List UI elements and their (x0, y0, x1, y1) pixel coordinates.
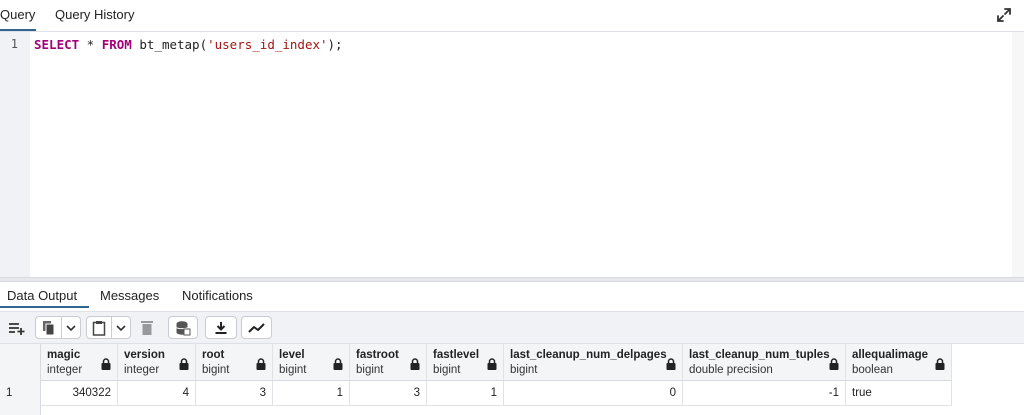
lock-icon (333, 357, 343, 370)
lock-icon (935, 357, 945, 370)
row-number[interactable]: 1 (6, 381, 12, 406)
data-output-toolbar (0, 311, 1024, 344)
column-name: version (124, 349, 165, 361)
paste-icon (92, 320, 106, 336)
lock-icon (666, 357, 676, 370)
add-row-icon (9, 322, 25, 335)
save-data-button[interactable] (168, 316, 198, 339)
column-name: last_cleanup_num_delpages (510, 349, 667, 361)
table-cell[interactable]: 0 (504, 381, 683, 406)
save-data-icon (176, 320, 191, 335)
code-line[interactable]: SELECT * FROM bt_metap('users_id_index')… (34, 37, 343, 52)
column-name: level (279, 349, 305, 361)
lock-icon (410, 357, 420, 370)
tab-query-history[interactable]: Query History (55, 0, 134, 30)
code-function: bt_metap( (131, 37, 208, 52)
keyword-from: FROM (101, 37, 132, 52)
column-type: double precision (689, 364, 773, 376)
download-button[interactable] (205, 316, 237, 339)
keyword-select: SELECT (34, 37, 80, 52)
paste-options-dropdown[interactable] (112, 316, 131, 339)
query-tabs: Query Query History (0, 0, 1024, 32)
chevron-down-icon (116, 324, 126, 331)
column-header-level[interactable]: level bigint (273, 344, 350, 381)
table-cell[interactable]: 1 (427, 381, 504, 406)
column-name: last_cleanup_num_tuples (689, 349, 830, 361)
add-row-button[interactable] (3, 316, 31, 339)
tab-query[interactable]: Query (0, 0, 36, 31)
delete-icon (141, 321, 153, 335)
tab-data-output[interactable]: Data Output (0, 282, 89, 308)
editor-scrollbar[interactable] (1012, 32, 1024, 277)
column-name: magic (47, 349, 81, 361)
column-type: bigint (433, 364, 461, 376)
lock-icon (829, 357, 839, 370)
lock-icon (256, 357, 266, 370)
copy-button[interactable] (35, 316, 62, 339)
column-type: integer (124, 364, 160, 376)
column-name: fastlevel (433, 349, 480, 361)
table-cell[interactable]: true (846, 381, 952, 406)
column-name: allequalimage (852, 349, 929, 361)
column-header-allequalimage[interactable]: allequalimage boolean (846, 344, 952, 381)
column-type: integer (47, 364, 83, 376)
download-icon (215, 321, 227, 334)
lock-icon (101, 357, 111, 370)
table-cell[interactable]: -1 (683, 381, 846, 406)
graph-visualiser-button[interactable] (241, 316, 272, 339)
result-tabs: Data Output Messages Notifications (0, 282, 1024, 310)
lock-icon (487, 357, 497, 370)
line-number: 1 (10, 37, 18, 51)
column-header-version[interactable]: version integer (118, 344, 196, 381)
delete-button[interactable] (134, 316, 160, 339)
column-name: fastroot (356, 349, 399, 361)
tab-notifications[interactable]: Notifications (182, 282, 253, 309)
column-type: bigint (510, 364, 538, 376)
copy-icon (42, 320, 54, 335)
copy-options-dropdown[interactable] (62, 316, 81, 339)
chevron-down-icon (66, 324, 76, 331)
column-header-fastroot[interactable]: fastroot bigint (350, 344, 427, 381)
code-string-literal: 'users_id_index' (207, 37, 328, 52)
column-header-magic[interactable]: magic integer (41, 344, 118, 381)
table-cell[interactable]: 1 (273, 381, 350, 406)
table-cell[interactable]: 4 (118, 381, 196, 406)
paste-button[interactable] (86, 316, 112, 339)
line-gutter: 1 (0, 32, 30, 277)
expand-icon[interactable] (996, 7, 1012, 23)
column-type: boolean (852, 364, 893, 376)
column-type: bigint (356, 364, 384, 376)
tab-messages[interactable]: Messages (100, 282, 159, 309)
code-tail: ); (327, 37, 343, 52)
column-type: bigint (202, 364, 230, 376)
result-grid: 1 magic integer version integer root bigint le… (0, 344, 1024, 415)
column-header-last-cleanup-num-delpages[interactable]: last_cleanup_num_delpagesbigint (504, 344, 683, 381)
table-cell[interactable]: 3 (196, 381, 273, 406)
sql-editor[interactable]: 1 SELECT * FROM bt_metap('users_id_index… (0, 32, 1024, 277)
column-header-last-cleanup-num-tuples[interactable]: last_cleanup_num_tuplesdouble precision (683, 344, 846, 381)
column-header-fastlevel[interactable]: fastlevel bigint (427, 344, 504, 381)
lock-icon (179, 357, 189, 370)
graph-icon (247, 322, 265, 333)
column-type: bigint (279, 364, 307, 376)
column-header-root[interactable]: root bigint (196, 344, 273, 381)
table-cell[interactable]: 3 (350, 381, 427, 406)
column-name: root (202, 349, 225, 361)
code-star: * (79, 37, 102, 52)
table-cell[interactable]: 340322 (41, 381, 118, 406)
